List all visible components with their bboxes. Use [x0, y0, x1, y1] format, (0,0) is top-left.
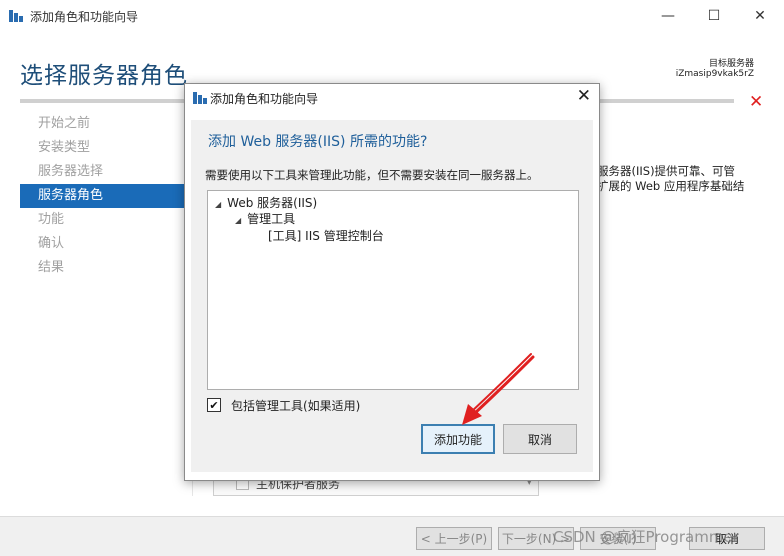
- tree-item-label: [工具] IIS 管理控制台: [268, 229, 384, 243]
- nav-item-features: 功能: [38, 212, 65, 227]
- close-icon: ✕: [754, 8, 766, 24]
- previous-button[interactable]: < 上一步(P): [416, 527, 492, 550]
- maximize-icon: ☐: [707, 8, 721, 24]
- role-description: 服务器(IIS)提供可靠、可管 扩展的 Web 应用程序基础结: [597, 164, 782, 194]
- role-description-line: 服务器(IIS)提供可靠、可管: [597, 164, 736, 178]
- dialog-title: 添加角色和功能向导: [210, 92, 319, 106]
- close-window-button[interactable]: ✕: [737, 0, 783, 32]
- include-tools-label[interactable]: 包括管理工具(如果适用): [231, 397, 360, 414]
- window-title: 添加角色和功能向导: [30, 10, 139, 24]
- minimize-button[interactable]: —: [645, 0, 691, 32]
- wizard-nav: 开始之前 安装类型 服务器选择 服务器角色 功能 确认 结果: [20, 112, 192, 280]
- tree-item-label: 管理工具: [247, 212, 296, 226]
- dialog-close-button[interactable]: ✕: [577, 86, 591, 106]
- check-icon: ✔: [209, 398, 219, 412]
- dialog-body: 添加 Web 服务器(IIS) 所需的功能? 需要使用以下工具来管理此功能，但不…: [191, 120, 593, 472]
- nav-item-results: 结果: [38, 260, 65, 275]
- required-features-tree[interactable]: ◢ Web 服务器(IIS) ◢ 管理工具 [工具] IIS 管理控制台: [207, 190, 579, 390]
- minimize-icon: —: [661, 8, 675, 24]
- dialog-heading: 添加 Web 服务器(IIS) 所需的功能?: [208, 134, 428, 150]
- expand-triangle-icon[interactable]: ◢: [215, 200, 221, 209]
- dialog-description: 需要使用以下工具来管理此功能，但不需要安装在同一服务器上。: [205, 168, 539, 182]
- include-tools-checkbox[interactable]: ✔: [207, 398, 221, 412]
- target-server-label: 目标服务器: [708, 59, 754, 69]
- title-bar: 添加角色和功能向导 — ☐ ✕: [0, 0, 784, 32]
- dialog-cancel-button[interactable]: 取消: [503, 424, 577, 454]
- target-server-name: iZmasip9vkak5rZ: [675, 69, 754, 79]
- watermark: CSDN @疯狂Programmer: [553, 528, 739, 546]
- role-description-line: 扩展的 Web 应用程序基础结: [597, 179, 745, 193]
- nav-item-server-selection[interactable]: 服务器选择: [20, 160, 192, 184]
- tree-item-label: Web 服务器(IIS): [227, 196, 318, 210]
- expand-triangle-icon[interactable]: ◢: [235, 216, 241, 225]
- nav-item-server-roles[interactable]: 服务器角色: [20, 184, 192, 208]
- tree-item[interactable]: [工具] IIS 管理控制台: [268, 227, 384, 244]
- error-icon[interactable]: ✕: [749, 92, 763, 112]
- add-features-dialog: 添加角色和功能向导 ✕ 添加 Web 服务器(IIS) 所需的功能? 需要使用以…: [184, 83, 600, 481]
- maximize-button[interactable]: ☐: [691, 0, 737, 32]
- nav-item-before-you-begin[interactable]: 开始之前: [20, 112, 192, 136]
- nav-item-confirmation: 确认: [38, 236, 65, 251]
- server-manager-icon: [193, 92, 207, 104]
- add-features-button[interactable]: 添加功能: [421, 424, 495, 454]
- tree-item[interactable]: ◢ Web 服务器(IIS): [215, 194, 317, 211]
- page-title: 选择服务器角色: [20, 63, 188, 89]
- nav-item-installation-type[interactable]: 安装类型: [20, 136, 192, 160]
- server-manager-icon: [9, 10, 23, 22]
- tree-item[interactable]: ◢ 管理工具: [235, 210, 295, 227]
